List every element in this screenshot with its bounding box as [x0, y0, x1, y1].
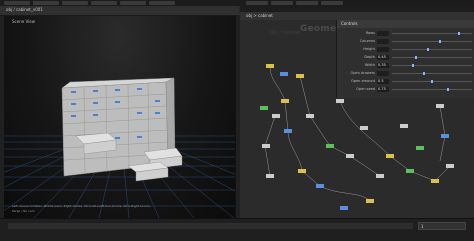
parameter-slider[interactable]: [392, 72, 472, 75]
slider-knob[interactable]: [431, 80, 433, 83]
tab-5[interactable]: [120, 1, 146, 5]
app-window: obj / cabinet_v001 Scene View Left mouse…: [0, 0, 474, 241]
network-editor[interactable]: obj > cabinet Geometry obj / cabinet Con…: [240, 6, 474, 218]
parameter-label: Open seed: [356, 87, 375, 91]
parameter-slider[interactable]: [392, 56, 472, 59]
slider-knob[interactable]: [446, 88, 449, 91]
parameter-row: Depth 0.45: [337, 54, 474, 61]
slider-knob[interactable]: [438, 40, 441, 43]
parameter-label: Height: [363, 47, 375, 51]
scene-viewport[interactable]: Scene View Left mouse tumbles. Middle pa…: [4, 16, 236, 218]
tab-4[interactable]: [91, 1, 117, 5]
slider-knob[interactable]: [411, 64, 414, 67]
parameter-slider[interactable]: [392, 80, 472, 83]
parameter-label: Width: [364, 63, 375, 67]
parameter-row: Open drawers: [337, 70, 474, 77]
parameter-value-field[interactable]: [377, 39, 389, 44]
tab-2[interactable]: [33, 1, 59, 5]
parameter-label: Columns: [359, 39, 375, 43]
slider-knob[interactable]: [423, 72, 426, 75]
parameter-label: Rows: [365, 31, 375, 35]
viewport-title: Scene View: [12, 19, 35, 24]
parameter-value-field[interactable]: [377, 47, 389, 52]
viewport-toolbar: obj / cabinet_v001: [0, 6, 239, 16]
slider-knob[interactable]: [415, 56, 418, 59]
parameter-label: Open amount: [351, 79, 375, 83]
tab-10[interactable]: [321, 1, 343, 5]
viewport-status-line: Persp / No cam: [12, 209, 35, 213]
parameter-value-field[interactable]: 0.75: [377, 87, 389, 92]
parameter-panel-header: Controls: [337, 20, 474, 28]
parameter-slider[interactable]: [392, 64, 472, 67]
parameter-label: Depth: [364, 55, 375, 59]
parameter-row: Rows: [337, 30, 474, 37]
parameter-slider[interactable]: [392, 48, 472, 51]
playbar: 1: [0, 218, 474, 241]
tab-8[interactable]: [271, 1, 293, 5]
parameter-slider[interactable]: [392, 32, 472, 35]
parameter-slider[interactable]: [392, 88, 472, 91]
parameter-slider[interactable]: [392, 40, 472, 43]
parameter-value-field[interactable]: [377, 71, 389, 76]
slider-knob[interactable]: [427, 48, 430, 51]
tab-6[interactable]: [149, 1, 175, 5]
parameter-row: Columns: [337, 38, 474, 45]
parameter-row: Height: [337, 46, 474, 53]
parameter-value-field[interactable]: [377, 31, 389, 36]
timeline-slider[interactable]: [8, 223, 413, 229]
parameter-panel: Controls Rows Columns Height Depth 0.45 Width…: [336, 20, 474, 98]
viewport-status: Left mouse tumbles. Middle pans. Right d…: [12, 204, 151, 214]
viewport-canvas: [4, 77, 235, 218]
tab-7[interactable]: [246, 1, 268, 5]
tab-3[interactable]: [62, 1, 88, 5]
cabinet-model: [61, 77, 183, 182]
current-frame-field[interactable]: 1: [418, 222, 466, 230]
parameter-row: Width 0.35: [337, 62, 474, 69]
parameter-value-field[interactable]: 0.45: [377, 55, 389, 60]
parameter-value-field[interactable]: 0.5: [377, 79, 389, 84]
parameter-value-field[interactable]: 0.35: [377, 63, 389, 68]
parameter-label: Open drawers: [350, 71, 375, 75]
tab-9[interactable]: [296, 1, 318, 5]
viewport-path[interactable]: obj / cabinet_v001: [6, 7, 43, 12]
parameter-row: Open amount 0.5: [337, 78, 474, 85]
slider-knob[interactable]: [458, 32, 461, 35]
parameter-row: Open seed 0.75: [337, 86, 474, 93]
tab-1[interactable]: [4, 1, 30, 5]
